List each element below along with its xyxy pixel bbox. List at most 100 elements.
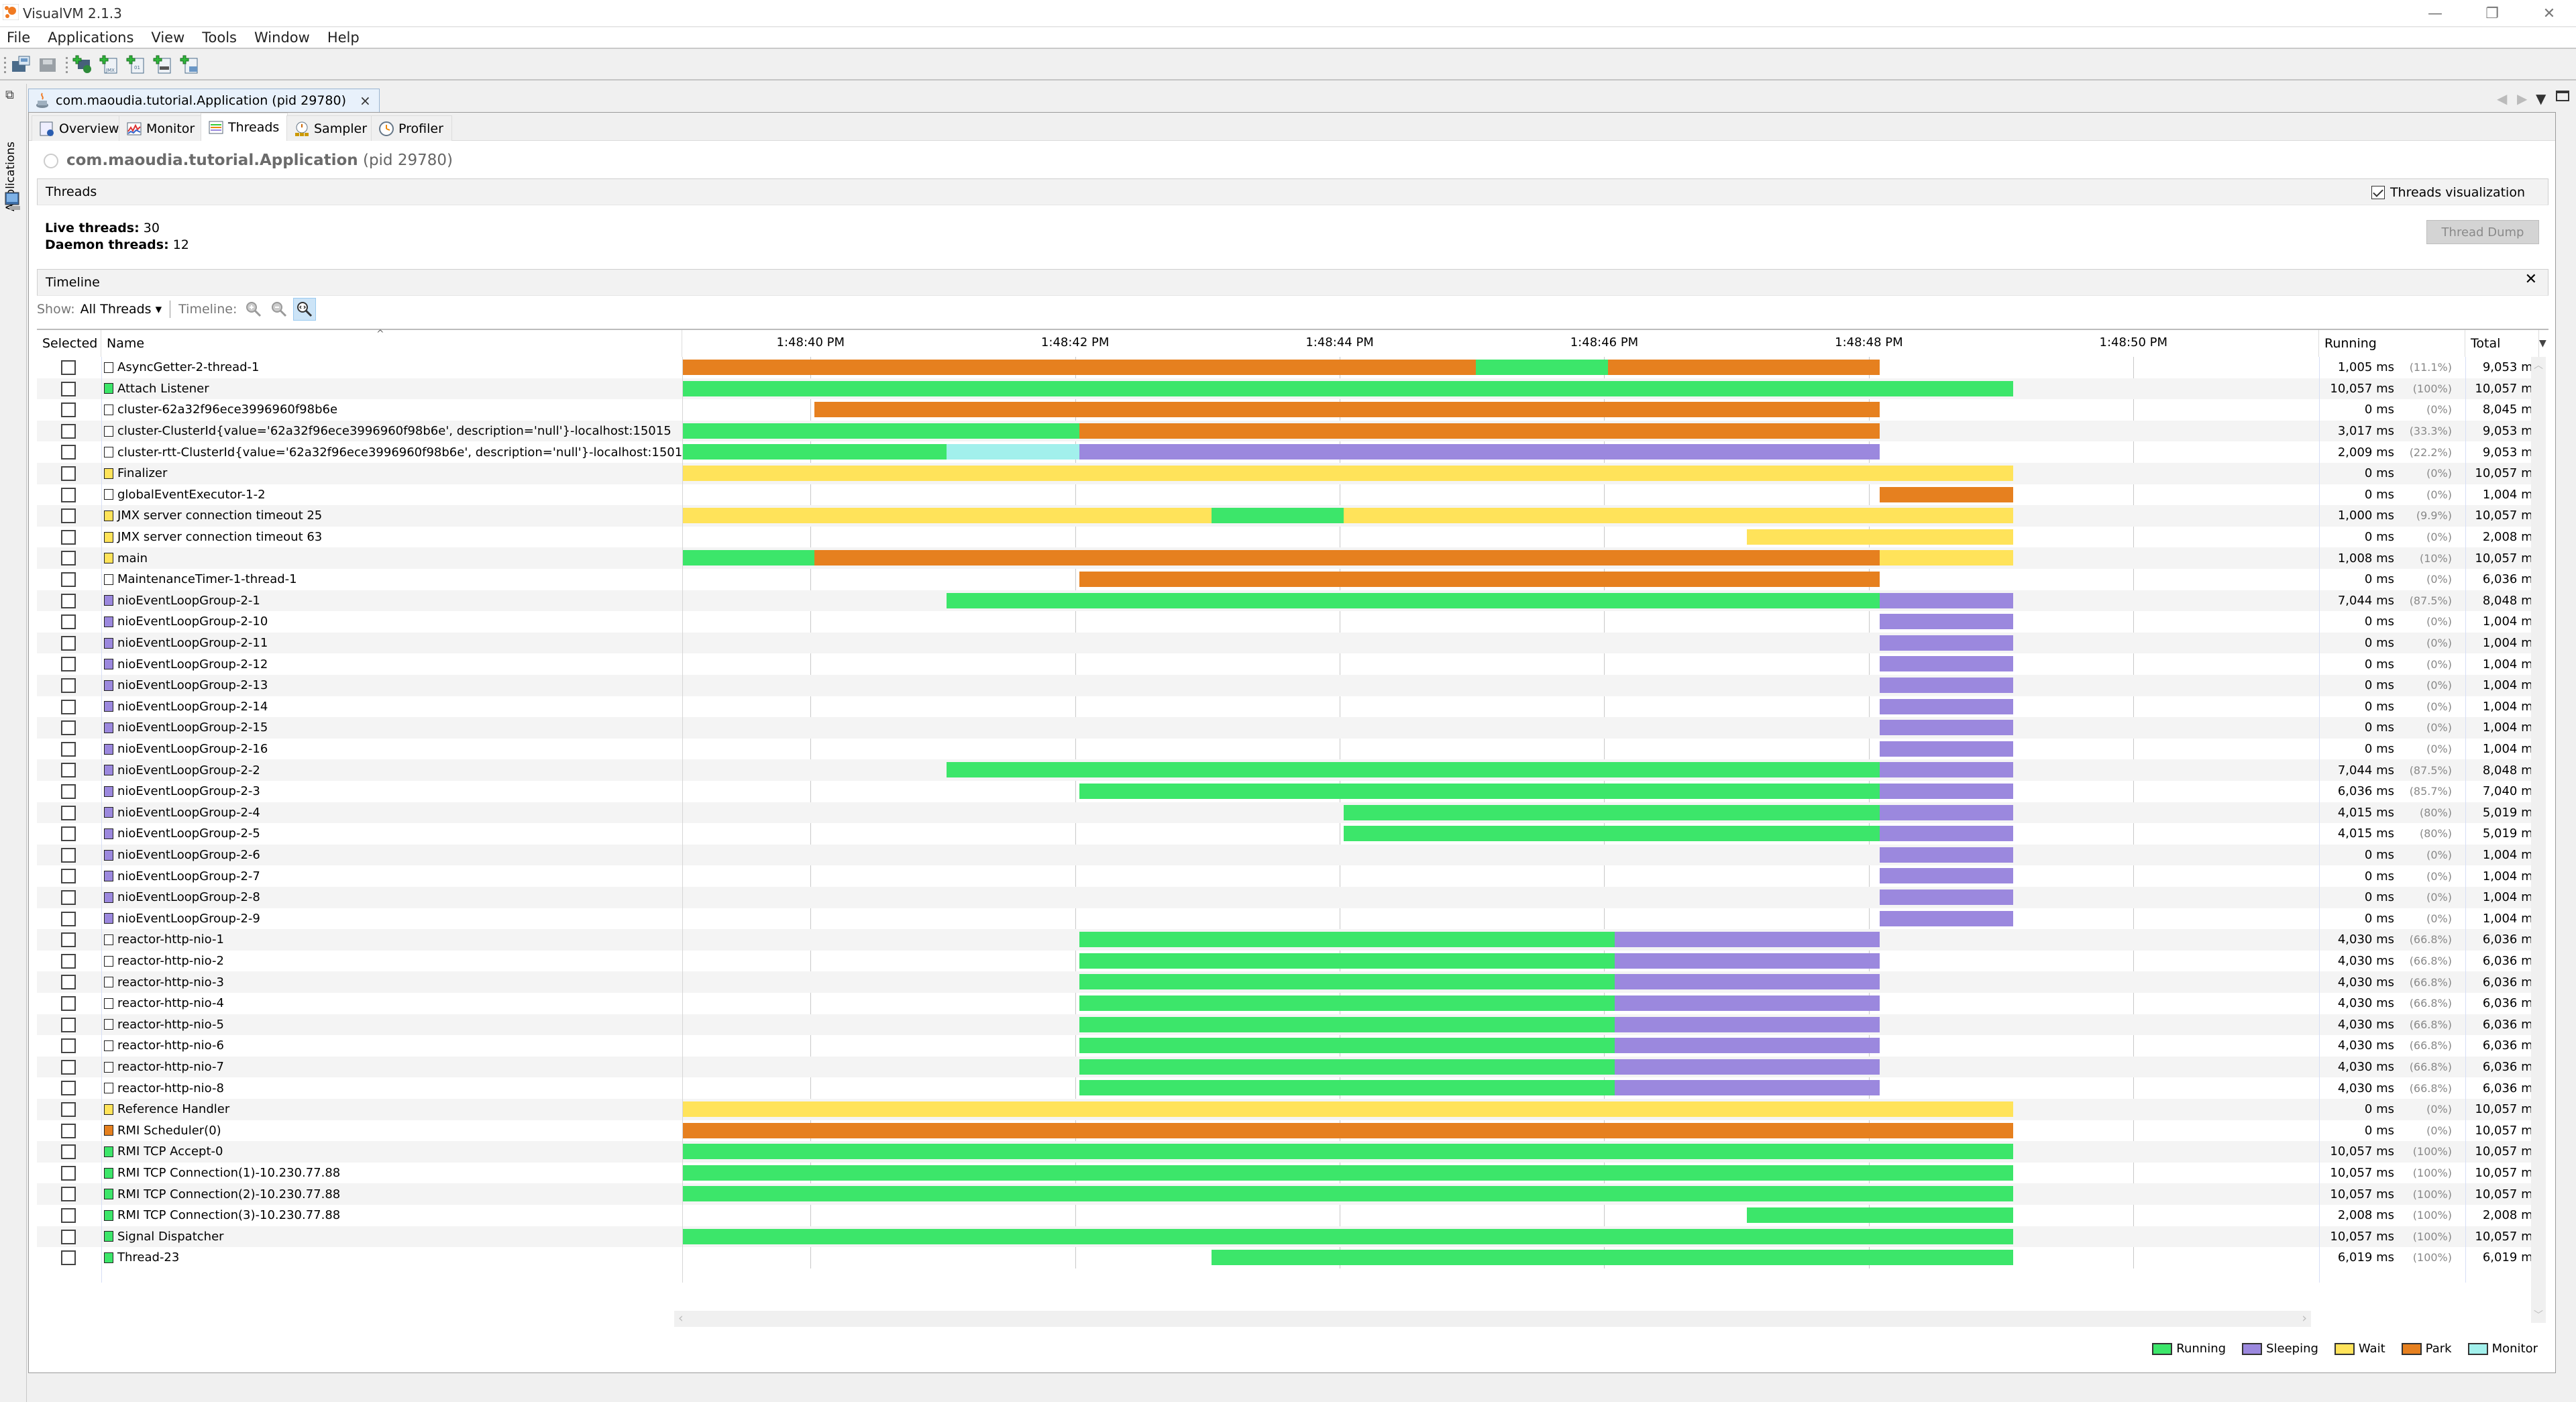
timeline-horizontal-scrollbar[interactable]: ‹ › xyxy=(674,1311,2311,1327)
add-snapshot-icon[interactable] xyxy=(180,54,200,74)
select-thread-checkbox[interactable] xyxy=(61,1038,76,1054)
tab-monitor[interactable]: Monitor xyxy=(119,115,204,141)
show-threads-dropdown[interactable]: All Threads ▾ xyxy=(80,302,162,317)
thread-row[interactable]: RMI TCP Connection(3)-10.230.77.88 2,008 … xyxy=(37,1205,2539,1226)
select-thread-checkbox[interactable] xyxy=(61,466,76,481)
document-tab-application[interactable]: com.maoudia.tutorial.Application (pid 29… xyxy=(28,89,380,112)
menu-window[interactable]: Window xyxy=(254,30,310,46)
select-thread-checkbox[interactable] xyxy=(61,487,76,502)
select-thread-checkbox[interactable] xyxy=(61,953,76,969)
thread-row[interactable]: reactor-http-nio-8 4,030 ms (66.8%) 6,036 m… xyxy=(37,1077,2539,1099)
select-thread-checkbox[interactable] xyxy=(61,360,76,375)
thread-row[interactable]: nioEventLoopGroup-2-15 0 ms (0%) 1,004 ms xyxy=(37,717,2539,739)
thread-row[interactable]: nioEventLoopGroup-2-6 0 ms (0%) 1,004 ms xyxy=(37,844,2539,866)
select-thread-checkbox[interactable] xyxy=(61,1144,76,1160)
thread-row[interactable]: Finalizer 0 ms (0%) 10,057 ms xyxy=(37,463,2539,484)
select-thread-checkbox[interactable] xyxy=(61,720,76,736)
tab-list-dropdown-icon[interactable]: ▼ xyxy=(2536,91,2546,107)
scroll-up-icon[interactable]: ︿ xyxy=(2534,358,2543,372)
thread-row[interactable]: nioEventLoopGroup-2-7 0 ms (0%) 1,004 ms xyxy=(37,865,2539,887)
select-thread-checkbox[interactable] xyxy=(61,381,76,396)
select-thread-checkbox[interactable] xyxy=(61,869,76,884)
thread-row[interactable]: nioEventLoopGroup-2-8 0 ms (0%) 1,004 ms xyxy=(37,887,2539,908)
select-thread-checkbox[interactable] xyxy=(61,445,76,460)
thread-row[interactable]: MaintenanceTimer-1-thread-1 0 ms (0%) 6,036… xyxy=(37,569,2539,590)
tab-sampler[interactable]: Sampler xyxy=(286,115,376,141)
close-window-button[interactable]: ✕ xyxy=(2529,0,2569,27)
thread-row[interactable]: cluster-ClusterId{value='62a32f96ece3996… xyxy=(37,420,2539,442)
select-thread-checkbox[interactable] xyxy=(61,996,76,1011)
thread-row[interactable]: RMI TCP Connection(1)-10.230.77.88 10,057… xyxy=(37,1163,2539,1184)
scroll-down-icon[interactable]: ﹀ xyxy=(2534,1308,2543,1322)
thread-row[interactable]: nioEventLoopGroup-2-2 7,044 ms (87.5%) 8,04… xyxy=(37,759,2539,781)
select-thread-checkbox[interactable] xyxy=(61,1229,76,1244)
thread-row[interactable]: nioEventLoopGroup-2-9 0 ms (0%) 1,004 ms xyxy=(37,908,2539,930)
add-core-dump-icon[interactable] xyxy=(153,54,173,74)
column-timeline[interactable]: 1:48:40 PM 1:48:42 PM 1:48:44 PM 1:48:46 PM… xyxy=(682,330,2319,357)
thread-row[interactable]: RMI Scheduler(0) 0 ms (0%) 10,057 ms xyxy=(37,1120,2539,1142)
add-jmx-connection-icon[interactable]: JMX xyxy=(99,54,119,74)
select-thread-checkbox[interactable] xyxy=(61,890,76,905)
select-thread-checkbox[interactable] xyxy=(61,1081,76,1096)
select-thread-checkbox[interactable] xyxy=(61,1208,76,1223)
select-thread-checkbox[interactable] xyxy=(61,699,76,714)
thread-row[interactable]: RMI TCP Connection(2)-10.230.77.88 10,057… xyxy=(37,1183,2539,1205)
thread-row[interactable]: nioEventLoopGroup-2-12 0 ms (0%) 1,004 ms xyxy=(37,653,2539,675)
thread-row[interactable]: nioEventLoopGroup-2-14 0 ms (0%) 1,004 ms xyxy=(37,696,2539,718)
thread-row[interactable]: JMX server connection timeout 25 1,000 ms… xyxy=(37,505,2539,527)
close-timeline-icon[interactable]: ✕ xyxy=(2525,271,2537,288)
select-thread-checkbox[interactable] xyxy=(61,763,76,778)
scale-to-fit-button[interactable] xyxy=(293,298,317,321)
toolbar-grip[interactable] xyxy=(66,57,68,74)
menu-applications[interactable]: Applications xyxy=(48,30,133,46)
scroll-left-icon[interactable]: ‹ xyxy=(678,1311,684,1326)
thread-row[interactable]: globalEventExecutor-1-2 0 ms (0%) 1,004 ms xyxy=(37,484,2539,506)
select-thread-checkbox[interactable] xyxy=(61,678,76,693)
thread-row[interactable]: nioEventLoopGroup-2-5 4,015 ms (80%) 5,019 … xyxy=(37,823,2539,845)
select-thread-checkbox[interactable] xyxy=(61,805,76,820)
thread-row[interactable]: JMX server connection timeout 63 0 ms (0%)… xyxy=(37,527,2539,548)
menu-view[interactable]: View xyxy=(151,30,184,46)
thread-row[interactable]: nioEventLoopGroup-2-4 4,015 ms (80%) 5,019 … xyxy=(37,802,2539,824)
thread-row[interactable]: nioEventLoopGroup-2-16 0 ms (0%) 1,004 ms xyxy=(37,739,2539,760)
tab-threads[interactable]: Threads xyxy=(201,113,288,141)
minimize-button[interactable]: — xyxy=(2415,0,2455,27)
select-thread-checkbox[interactable] xyxy=(61,1017,76,1032)
thread-row[interactable]: reactor-http-nio-2 4,030 ms (66.8%) 6,036 m… xyxy=(37,951,2539,972)
toolbar-grip[interactable] xyxy=(4,57,6,74)
thread-row[interactable]: reactor-http-nio-5 4,030 ms (66.8%) 6,036 m… xyxy=(37,1014,2539,1036)
select-thread-checkbox[interactable] xyxy=(61,402,76,418)
thread-row[interactable]: nioEventLoopGroup-2-1 7,044 ms (87.5%) 8,04… xyxy=(37,590,2539,612)
tab-profiler[interactable]: Profiler xyxy=(371,115,452,141)
select-thread-checkbox[interactable] xyxy=(61,741,76,757)
thread-row[interactable]: reactor-http-nio-6 4,030 ms (66.8%) 6,036 m… xyxy=(37,1035,2539,1057)
column-name[interactable]: ^ Name xyxy=(101,329,682,357)
thread-row[interactable]: cluster-62a32f96ece3996960f98b6e 0 ms (0%)… xyxy=(37,399,2539,421)
column-selector-dropdown-icon[interactable]: ▼ xyxy=(2539,330,2548,357)
restore-window-group-icon[interactable]: ⧉ xyxy=(5,88,14,102)
threads-visualization-checkbox[interactable]: Threads visualization xyxy=(2371,179,2525,206)
add-remote-host-icon[interactable] xyxy=(72,54,93,74)
thread-row[interactable]: reactor-http-nio-7 4,030 ms (66.8%) 6,036 m… xyxy=(37,1056,2539,1078)
thread-dump-button[interactable]: Thread Dump xyxy=(2426,220,2539,244)
thread-row[interactable]: Attach Listener 10,057 ms (100%) 10,057 ms xyxy=(37,378,2539,400)
thread-row[interactable]: nioEventLoopGroup-2-10 0 ms (0%) 1,004 ms xyxy=(37,611,2539,633)
thread-row[interactable]: reactor-http-nio-3 4,030 ms (66.8%) 6,036 m… xyxy=(37,971,2539,993)
thread-row[interactable]: Reference Handler 0 ms (0%) 10,057 ms xyxy=(37,1099,2539,1120)
select-thread-checkbox[interactable] xyxy=(61,1059,76,1075)
select-thread-checkbox[interactable] xyxy=(61,1250,76,1266)
thread-row[interactable]: Thread-23 6,019 ms (100%) 6,019 ms xyxy=(37,1247,2539,1269)
select-thread-checkbox[interactable] xyxy=(61,635,76,651)
select-thread-checkbox[interactable] xyxy=(61,1123,76,1138)
select-thread-checkbox[interactable] xyxy=(61,1102,76,1117)
thread-row[interactable]: nioEventLoopGroup-2-11 0 ms (0%) 1,004 ms xyxy=(37,632,2539,654)
thread-row[interactable]: main 1,008 ms (10%) 10,057 ms xyxy=(37,547,2539,569)
thread-row[interactable]: reactor-http-nio-4 4,030 ms (66.8%) 6,036 m… xyxy=(37,993,2539,1014)
column-running[interactable]: Running xyxy=(2319,330,2465,357)
select-thread-checkbox[interactable] xyxy=(61,847,76,863)
select-thread-checkbox[interactable] xyxy=(61,1187,76,1202)
zoom-out-button[interactable] xyxy=(268,298,290,321)
select-thread-checkbox[interactable] xyxy=(61,508,76,524)
select-thread-checkbox[interactable] xyxy=(61,551,76,566)
thread-row[interactable]: nioEventLoopGroup-2-3 6,036 ms (85.7%) 7,04… xyxy=(37,781,2539,802)
